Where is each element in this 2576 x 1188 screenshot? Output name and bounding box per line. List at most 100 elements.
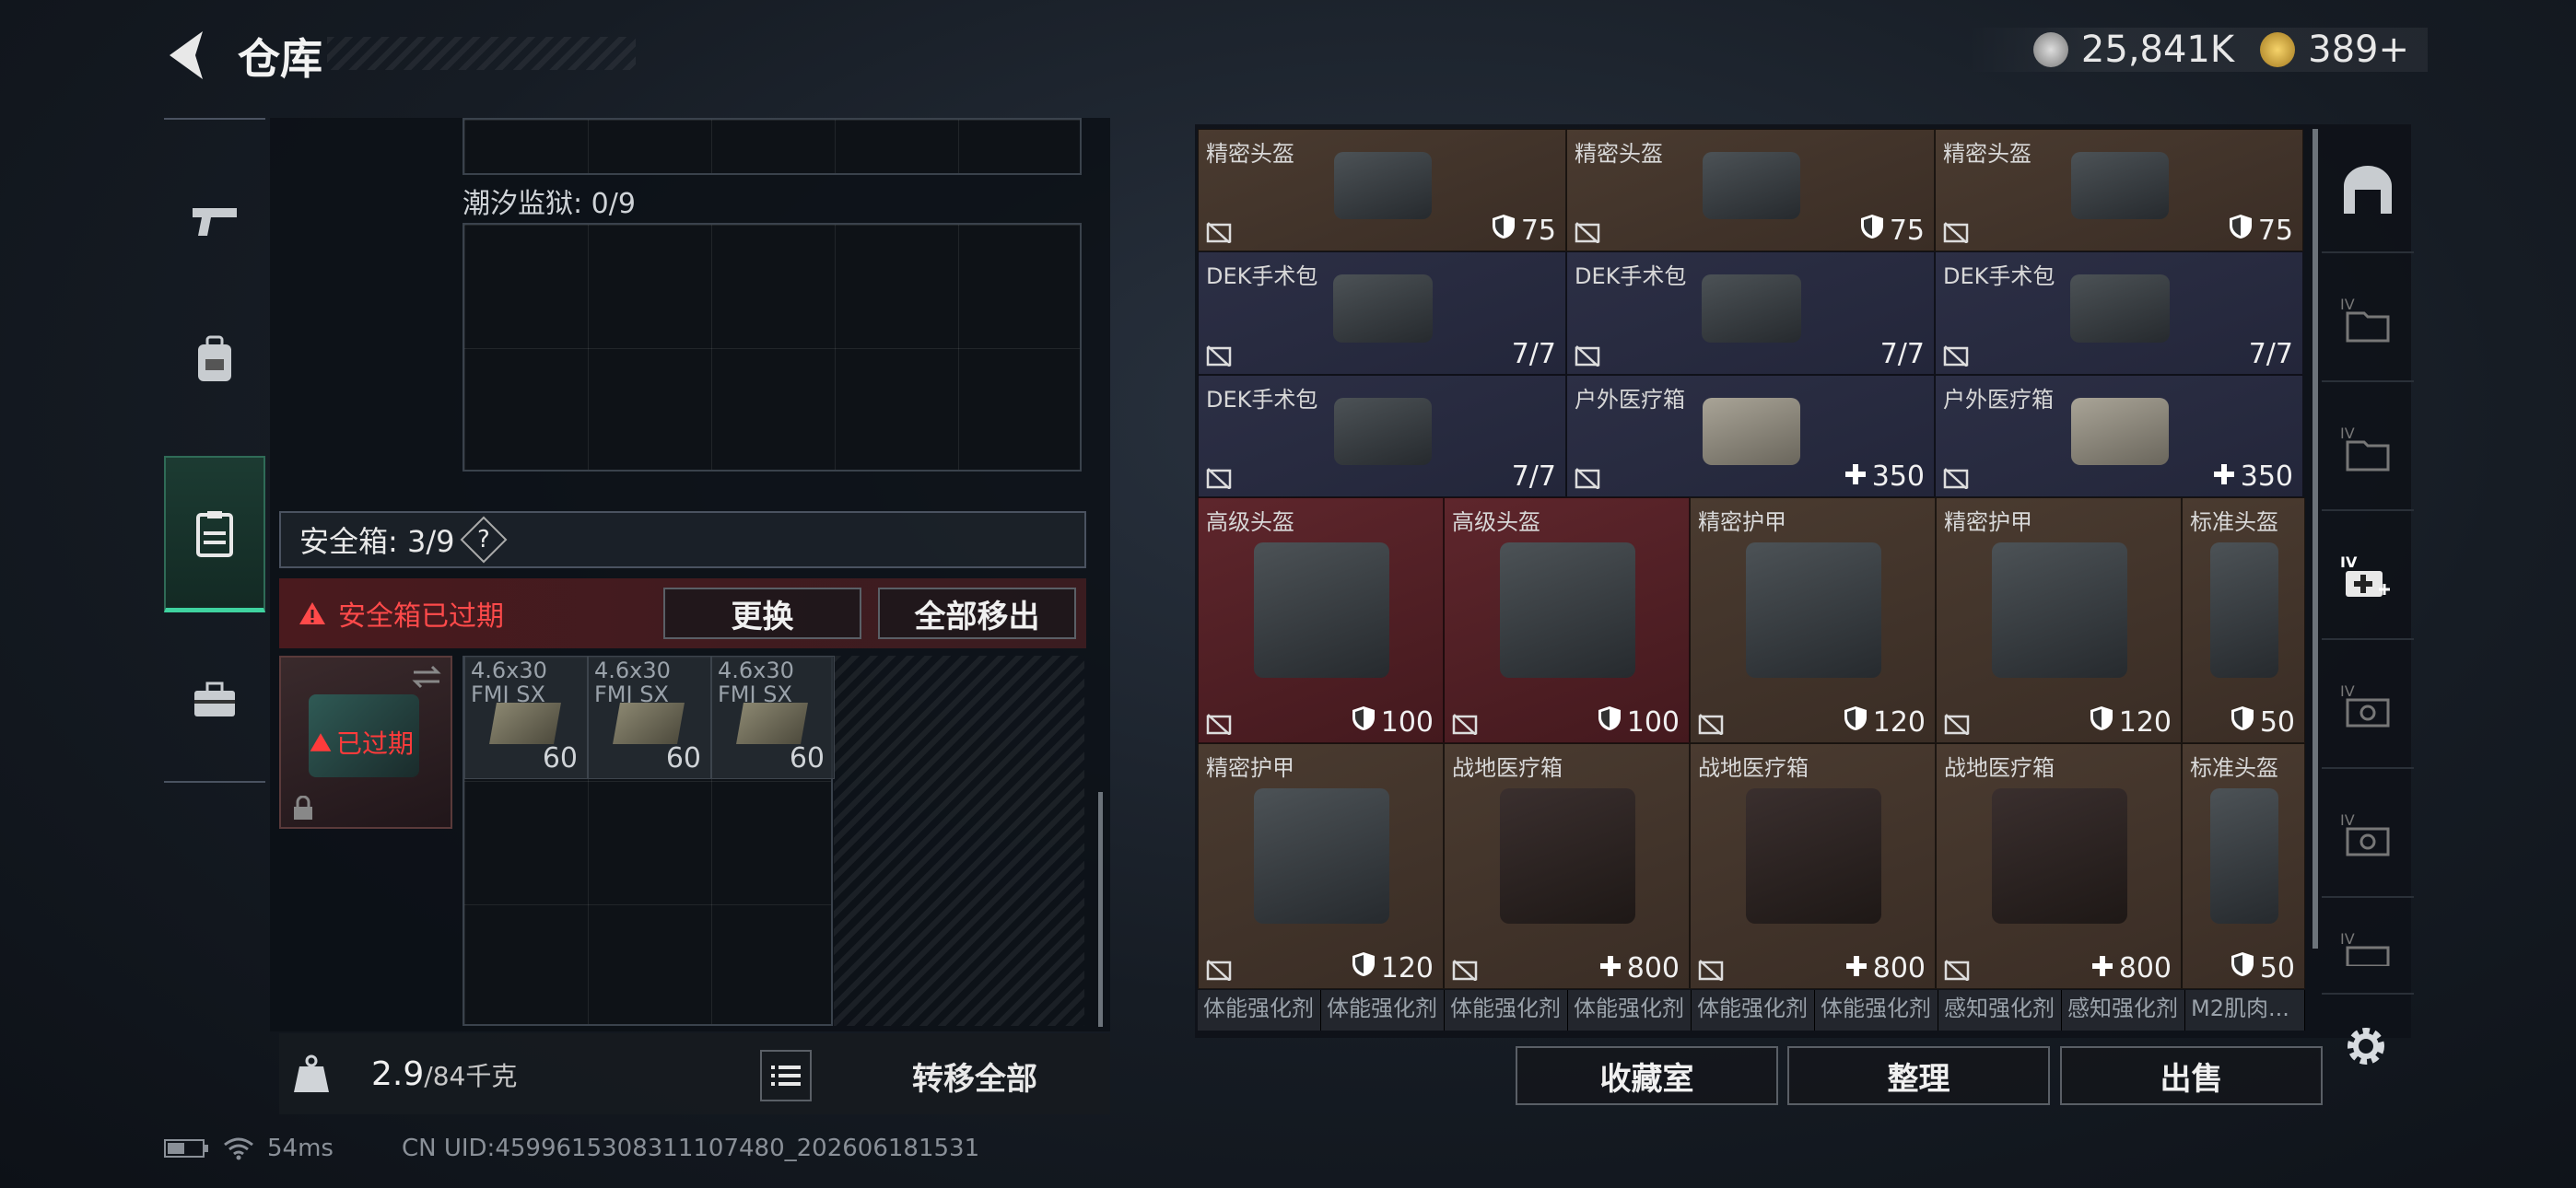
- tab-storage-medical[interactable]: IV: [2322, 516, 2414, 640]
- storage-item[interactable]: 精密头盔 75: [1566, 129, 1935, 251]
- ammo-item[interactable]: 4.6x30 FMJ SX 60: [464, 656, 588, 779]
- plus-icon: [1845, 952, 1868, 984]
- storage-item-partial[interactable]: 体能强化剂: [1692, 990, 1815, 1031]
- tab-safe-box[interactable]: [164, 456, 265, 612]
- storage-item-partial[interactable]: M2肌肉...: [2185, 990, 2305, 1031]
- tab-weapons[interactable]: [164, 170, 265, 272]
- back-button[interactable]: [164, 28, 210, 83]
- storage-item[interactable]: 战地医疗箱 800: [1690, 743, 1936, 989]
- tab-backpack[interactable]: [164, 304, 265, 414]
- tab-storage-1[interactable]: IV: [2322, 258, 2414, 382]
- item-image: [1746, 788, 1881, 924]
- collection-room-button[interactable]: 收藏室: [1516, 1046, 1778, 1105]
- no-lock-icon: [1206, 344, 1232, 367]
- ammo-box-image: [613, 703, 685, 744]
- storage-item[interactable]: 高级头盔 100: [1444, 497, 1690, 743]
- plus-icon: [1844, 460, 1867, 493]
- storage-item[interactable]: 战地医疗箱 800: [1936, 743, 2182, 989]
- item-image: [1992, 542, 2127, 678]
- tab-storage-3[interactable]: IV: [2322, 645, 2414, 769]
- replace-button[interactable]: 更换: [663, 588, 861, 639]
- item-name: 战地医疗箱: [1452, 755, 1563, 781]
- no-lock-icon: [1943, 344, 1969, 367]
- plus-icon: [2091, 952, 2113, 984]
- briefcase-icon: [194, 681, 235, 716]
- storage-item-partial[interactable]: 感知强化剂: [2062, 990, 2185, 1031]
- storage-item-partial[interactable]: 体能强化剂: [1445, 990, 1568, 1031]
- remove-all-button[interactable]: 全部移出: [878, 588, 1076, 639]
- sell-button[interactable]: 出售: [2060, 1046, 2323, 1105]
- item-name: 精密护甲: [1944, 509, 2032, 535]
- storage-item[interactable]: 精密护甲 120: [1690, 497, 1936, 743]
- clipboard-icon: [196, 510, 233, 557]
- item-value: 800: [1845, 952, 1926, 984]
- side-tabs: [164, 118, 265, 783]
- settings-button[interactable]: [2340, 1020, 2392, 1076]
- folder-icon: IV: [2340, 425, 2390, 471]
- tab-toolbox[interactable]: [164, 645, 265, 755]
- item-name: 精密头盔: [1575, 141, 1663, 167]
- storage-item-partial[interactable]: 体能强化剂: [1321, 990, 1445, 1031]
- storage-item-partial[interactable]: 感知强化剂: [1938, 990, 2062, 1031]
- storage-item[interactable]: 标准头盔 50: [2182, 743, 2305, 989]
- item-name: 高级头盔: [1452, 509, 1540, 535]
- gear-box-icon: IV: [2340, 930, 2390, 966]
- storage-item[interactable]: 标准头盔 50: [2182, 497, 2305, 743]
- storage-item[interactable]: 户外医疗箱 350: [1566, 375, 1935, 497]
- ammo-item[interactable]: 4.6x30 FMJ SX 60: [711, 656, 835, 779]
- container-label: 潮汐监狱: 0/9: [463, 188, 636, 220]
- weight-icon: [294, 1054, 329, 1092]
- tab-storage-2[interactable]: IV: [2322, 387, 2414, 511]
- tab-storage-all[interactable]: [2322, 129, 2414, 253]
- sort-button[interactable]: 整理: [1787, 1046, 2050, 1105]
- item-name: 高级头盔: [1206, 509, 1294, 535]
- right-scrollbar[interactable]: [2313, 129, 2318, 949]
- item-value: 120: [1352, 951, 1434, 984]
- item-image: [1254, 542, 1389, 678]
- left-scrollbar[interactable]: [1098, 792, 1103, 1027]
- item-name: 精密护甲: [1206, 755, 1294, 781]
- no-lock-icon: [1943, 221, 1969, 244]
- storage-item[interactable]: 精密头盔 75: [1935, 129, 2303, 251]
- list-view-button[interactable]: [760, 1050, 812, 1101]
- currency-b-value[interactable]: 389+: [2308, 29, 2409, 71]
- item-value: 800: [2091, 952, 2172, 984]
- item-image: [2070, 274, 2170, 343]
- item-value: 75: [1492, 214, 1556, 247]
- list-icon: [771, 1066, 801, 1086]
- item-value: 7/7: [1879, 338, 1925, 370]
- storage-item[interactable]: 精密护甲 120: [1198, 743, 1444, 989]
- storage-item[interactable]: DEK手术包 7/7: [1935, 251, 2303, 375]
- storage-item[interactable]: 高级头盔 100: [1198, 497, 1444, 743]
- gear-box-icon: IV: [2340, 811, 2390, 856]
- ammo-item[interactable]: 4.6x30 FMJ SX 60: [588, 656, 711, 779]
- help-icon[interactable]: ?: [461, 516, 508, 564]
- shield-icon: [1352, 951, 1376, 984]
- storage-item-partial[interactable]: 体能强化剂: [1568, 990, 1692, 1031]
- safe-box-item[interactable]: 已过期: [279, 656, 452, 829]
- page-title: 仓库: [238, 34, 322, 84]
- storage-item-partial[interactable]: 体能强化剂: [1815, 990, 1938, 1031]
- item-value: 100: [1352, 705, 1434, 739]
- transfer-all-button[interactable]: 转移全部: [869, 1050, 1081, 1101]
- no-lock-icon: [1452, 959, 1478, 982]
- storage-item[interactable]: 精密护甲 120: [1936, 497, 2182, 743]
- swap-icon[interactable]: [410, 665, 443, 689]
- storage-item[interactable]: DEK手术包 7/7: [1198, 375, 1566, 497]
- tab-storage-5[interactable]: IV: [2322, 903, 2414, 995]
- storage-item-partial[interactable]: 体能强化剂: [1198, 990, 1321, 1031]
- storage-item[interactable]: DEK手术包 7/7: [1198, 251, 1566, 375]
- storage-item[interactable]: DEK手术包 7/7: [1566, 251, 1935, 375]
- no-lock-icon: [1698, 713, 1724, 736]
- item-value: 120: [1844, 705, 1926, 739]
- item-name: 标准头盔: [2190, 755, 2278, 781]
- item-image: [1333, 151, 1433, 220]
- no-lock-icon: [1698, 959, 1724, 982]
- storage-item[interactable]: 户外医疗箱 350: [1935, 375, 2303, 497]
- item-name: 精密头盔: [1206, 141, 1294, 167]
- storage-item[interactable]: 战地医疗箱 800: [1444, 743, 1690, 989]
- tab-storage-4[interactable]: IV: [2322, 774, 2414, 898]
- currency-bar: 25,841K 389+: [1967, 28, 2428, 72]
- shield-icon: [1860, 214, 1884, 247]
- storage-item[interactable]: 精密头盔 75: [1198, 129, 1566, 251]
